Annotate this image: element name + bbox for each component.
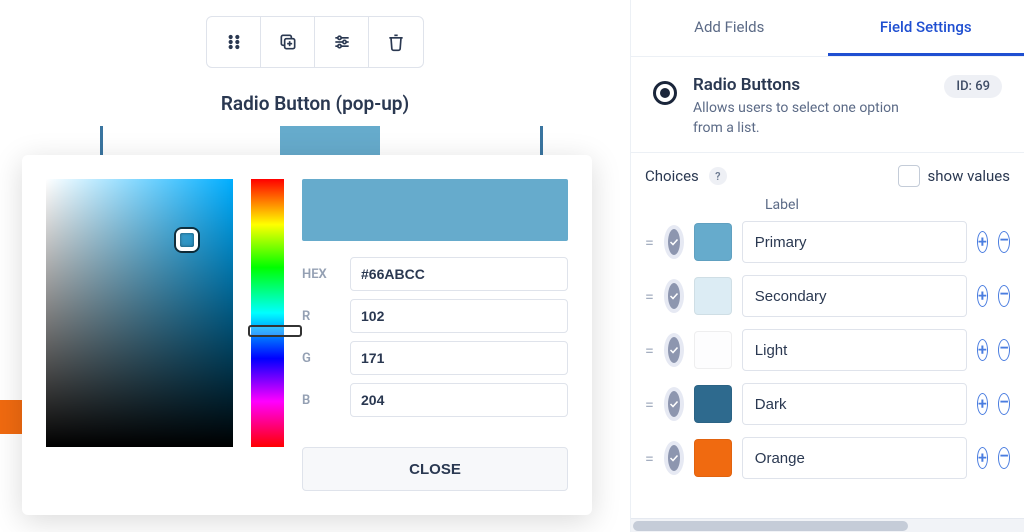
remove-choice-button[interactable]: − [998,393,1010,415]
saturation-value-panel[interactable] [46,179,233,447]
tab-field-settings[interactable]: Field Settings [828,0,1024,56]
choice-select-toggle[interactable] [664,441,684,475]
tab-add-fields[interactable]: Add Fields [631,0,828,56]
choices-section: Choices ? show values Label = + − = + − … [631,153,1024,518]
b-input[interactable] [350,383,568,417]
b-label: B [302,393,338,408]
choice-color-swatch[interactable] [694,439,732,477]
choice-row: = + − [645,329,1010,371]
remove-choice-button[interactable]: − [998,447,1010,469]
delete-button[interactable] [369,17,423,67]
right-panel: Add Fields Field Settings Radio Buttons … [630,0,1024,532]
choice-label-input[interactable] [742,383,967,425]
choice-select-toggle[interactable] [664,387,684,421]
add-choice-button[interactable]: + [977,447,988,469]
field-toolbar [206,16,424,68]
field-title: Radio Button (pop-up) [221,92,409,115]
decorative-bar [100,126,103,156]
remove-choice-button[interactable]: − [998,231,1010,253]
remove-choice-button[interactable]: − [998,285,1010,307]
picker-values: HEX R G B CLOSE [302,179,568,491]
choice-row: = + − [645,383,1010,425]
hex-label: HEX [302,267,338,282]
choice-row: = + − [645,221,1010,263]
choice-label-input[interactable] [742,221,967,263]
choice-color-swatch[interactable] [694,223,732,261]
column-header-label: Label [645,197,1010,213]
field-type-title: Radio Buttons [693,75,928,95]
hex-input[interactable] [350,257,568,291]
field-header: Radio Buttons Allows users to select one… [631,57,1024,153]
remove-choice-button[interactable]: − [998,339,1010,361]
duplicate-button[interactable] [261,17,315,67]
add-choice-button[interactable]: + [977,231,988,253]
choice-row: = + − [645,275,1010,317]
scrollbar-thumb[interactable] [633,521,908,531]
choice-color-swatch[interactable] [694,385,732,423]
add-choice-button[interactable]: + [977,285,988,307]
drag-handle-icon[interactable]: = [645,449,654,468]
choice-label-input[interactable] [742,437,967,479]
drag-handle-icon[interactable]: = [645,233,654,252]
choice-label-input[interactable] [742,329,967,371]
show-values-toggle[interactable]: show values [898,165,1010,187]
hue-handle[interactable] [248,325,302,337]
main-canvas: Radio Button (pop-up) HEX R [0,0,630,532]
choices-label: Choices [645,167,699,185]
sv-handle[interactable] [176,229,198,251]
radio-icon [653,81,677,105]
drag-handle-icon[interactable]: = [645,341,654,360]
drag-handle-icon[interactable]: = [645,395,654,414]
close-button[interactable]: CLOSE [302,447,568,491]
field-id-badge: ID: 69 [944,75,1002,98]
r-input[interactable] [350,299,568,333]
hue-slider[interactable] [251,179,284,447]
show-values-label: show values [928,167,1010,185]
panel-tabs: Add Fields Field Settings [631,0,1024,57]
settings-button[interactable] [315,17,369,67]
horizontal-scrollbar[interactable] [631,518,1024,532]
g-input[interactable] [350,341,568,375]
add-choice-button[interactable]: + [977,339,988,361]
choice-color-swatch[interactable] [694,331,732,369]
add-choice-button[interactable]: + [977,393,988,415]
g-label: G [302,351,338,366]
drag-button[interactable] [207,17,261,67]
help-icon[interactable]: ? [709,167,727,185]
choice-select-toggle[interactable] [664,225,684,259]
color-picker-popup: HEX R G B CLOSE [22,155,592,515]
choice-select-toggle[interactable] [664,333,684,367]
color-preview [302,179,568,241]
choice-select-toggle[interactable] [664,279,684,313]
choice-label-input[interactable] [742,275,967,317]
drag-handle-icon[interactable]: = [645,287,654,306]
show-values-checkbox[interactable] [898,165,920,187]
choice-color-swatch[interactable] [694,277,732,315]
field-type-description: Allows users to select one option from a… [693,99,928,138]
r-label: R [302,309,338,324]
choice-row: = + − [645,437,1010,479]
